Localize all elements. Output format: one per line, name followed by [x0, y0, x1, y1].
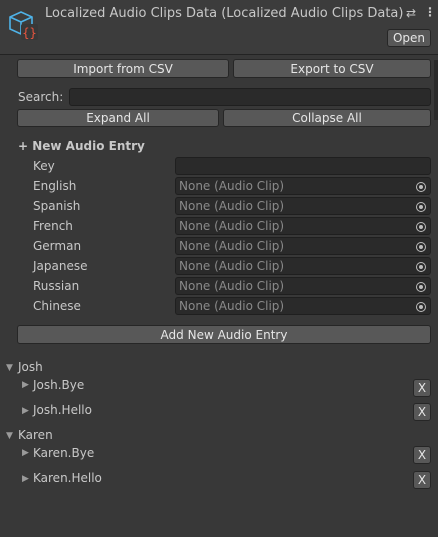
language-label-russian: Russian [33, 279, 80, 293]
inspector-title: Localized Audio Clips Data (Localized Au… [45, 6, 404, 21]
key-input[interactable] [175, 157, 431, 175]
audio-clip-field-chinese[interactable]: None (Audio Clip) [175, 297, 431, 315]
remove-entry-button[interactable]: X [413, 403, 431, 421]
language-label-spanish: Spanish [33, 199, 81, 213]
object-picker-icon[interactable] [416, 222, 426, 232]
audio-clip-field-english[interactable]: None (Audio Clip) [175, 177, 431, 195]
collapse-all-button[interactable]: Collapse All [223, 109, 431, 127]
language-label-french: French [33, 219, 73, 233]
export-csv-button[interactable]: Export to CSV [233, 59, 431, 78]
foldout-collapsed-icon[interactable]: ▶ [22, 474, 29, 484]
search-label: Search: [18, 90, 64, 104]
remove-entry-button[interactable]: X [413, 379, 431, 397]
audio-clip-field-russian[interactable]: None (Audio Clip) [175, 277, 431, 295]
audio-clip-field-japanese[interactable]: None (Audio Clip) [175, 257, 431, 275]
language-label-german: German [33, 239, 82, 253]
entry-josh-bye[interactable]: Josh.Bye [33, 378, 84, 392]
expand-all-button[interactable]: Expand All [17, 109, 219, 127]
audio-clip-value: None (Audio Clip) [179, 239, 285, 253]
foldout-collapsed-icon[interactable]: ▶ [22, 406, 29, 416]
language-label-english: English [33, 179, 77, 193]
audio-clip-value: None (Audio Clip) [179, 299, 285, 313]
audio-clip-value: None (Audio Clip) [179, 219, 285, 233]
sliders-icon[interactable]: ⇄ [406, 6, 416, 20]
new-audio-entry-heading: + New Audio Entry [18, 139, 145, 153]
audio-clip-value: None (Audio Clip) [179, 179, 285, 193]
entry-josh-hello[interactable]: Josh.Hello [33, 403, 92, 417]
kebab-menu-icon[interactable]: ⋮ [424, 5, 436, 19]
remove-entry-button[interactable]: X [413, 446, 431, 464]
search-input[interactable] [69, 88, 431, 106]
object-picker-icon[interactable] [416, 182, 426, 192]
audio-clip-value: None (Audio Clip) [179, 259, 285, 273]
object-picker-icon[interactable] [416, 242, 426, 252]
audio-clip-value: None (Audio Clip) [179, 279, 285, 293]
audio-clip-value: None (Audio Clip) [179, 199, 285, 213]
group-header-karen[interactable]: Karen [18, 428, 53, 442]
language-label-japanese: Japanese [33, 259, 88, 273]
audio-clip-field-spanish[interactable]: None (Audio Clip) [175, 197, 431, 215]
object-picker-icon[interactable] [416, 282, 426, 292]
add-audio-entry-button[interactable]: Add New Audio Entry [17, 325, 431, 344]
language-label-chinese: Chinese [33, 299, 81, 313]
remove-entry-button[interactable]: X [413, 471, 431, 489]
entry-karen-hello[interactable]: Karen.Hello [33, 471, 102, 485]
svg-text:{}: {} [22, 26, 36, 40]
key-label: Key [33, 159, 55, 173]
scrollbar[interactable] [434, 60, 438, 120]
foldout-expanded-icon[interactable]: ▼ [6, 431, 13, 441]
foldout-collapsed-icon[interactable]: ▶ [22, 380, 29, 390]
object-picker-icon[interactable] [416, 202, 426, 212]
audio-clip-field-german[interactable]: None (Audio Clip) [175, 237, 431, 255]
foldout-collapsed-icon[interactable]: ▶ [22, 448, 29, 458]
object-picker-icon[interactable] [416, 302, 426, 312]
group-header-josh[interactable]: Josh [18, 360, 43, 374]
foldout-expanded-icon[interactable]: ▼ [6, 363, 13, 373]
object-picker-icon[interactable] [416, 262, 426, 272]
open-button[interactable]: Open [387, 29, 431, 47]
scriptable-object-icon: {} [9, 11, 38, 40]
audio-clip-field-french[interactable]: None (Audio Clip) [175, 217, 431, 235]
entry-karen-bye[interactable]: Karen.Bye [33, 446, 94, 460]
import-csv-button[interactable]: Import from CSV [17, 59, 229, 78]
